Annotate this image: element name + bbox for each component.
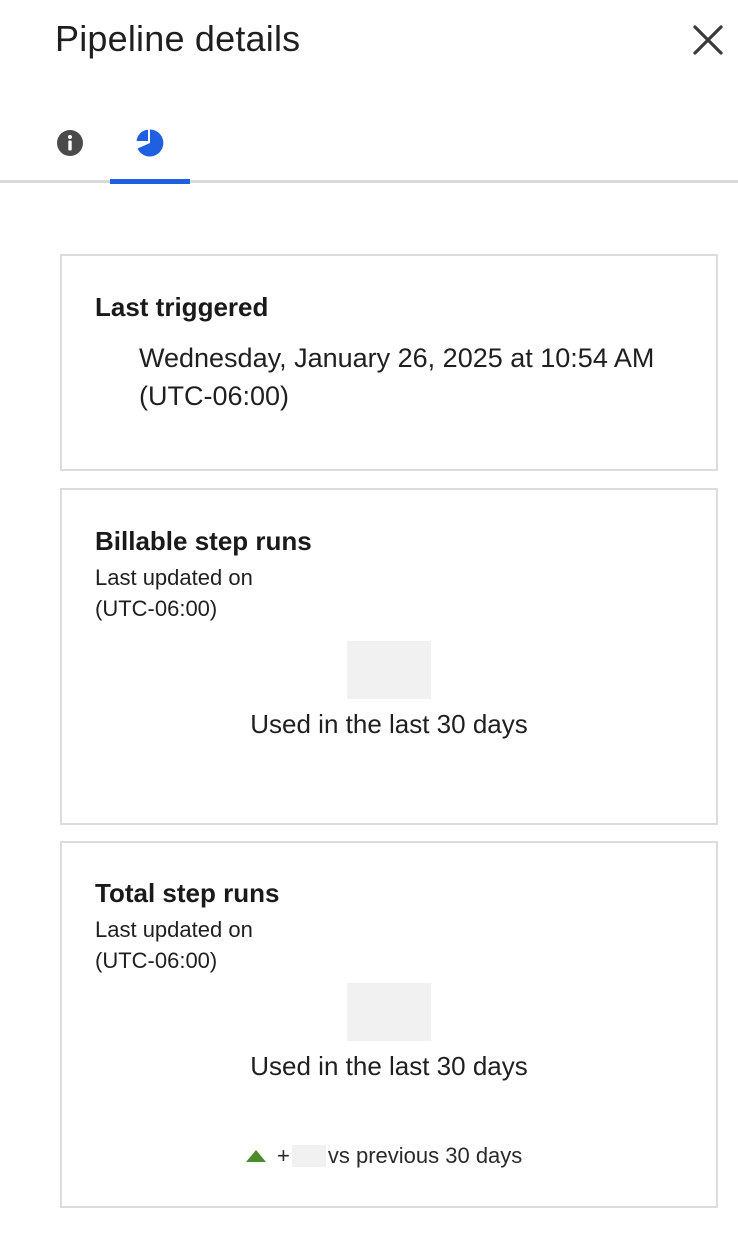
tab-info[interactable]	[30, 110, 110, 183]
panel-title: Pipeline details	[55, 18, 301, 59]
total-step-runs-card: Total step runs Last updated on (UTC-06:…	[60, 841, 718, 1208]
active-tab-indicator	[110, 179, 190, 184]
billable-title: Billable step runs	[95, 526, 312, 556]
last-triggered-card: Last triggered Wednesday, January 26, 20…	[60, 254, 718, 471]
pie-chart-icon	[136, 129, 164, 157]
total-updated-label: Last updated on	[95, 917, 253, 942]
total-timezone: (UTC-06:00)	[95, 948, 218, 973]
billable-timezone: (UTC-06:00)	[95, 596, 218, 621]
total-title: Total step runs	[95, 878, 280, 908]
last-triggered-value: Wednesday, January 26, 2025 at 10:54 AM …	[139, 343, 655, 411]
tab-bar	[0, 110, 738, 184]
trend-suffix: vs previous 30 days	[327, 1143, 523, 1168]
panel-header: Pipeline details	[0, 0, 738, 90]
billable-value	[347, 641, 431, 699]
info-icon	[57, 130, 83, 156]
billable-step-runs-card: Billable step runs Last updated on (UTC-…	[60, 488, 718, 825]
close-icon	[693, 25, 723, 55]
billable-used-label: Used in the last 30 days	[250, 709, 528, 739]
trend-value	[291, 1145, 326, 1167]
total-value	[347, 983, 431, 1041]
billable-updated-label: Last updated on	[95, 565, 253, 590]
trend-prefix: +	[277, 1143, 290, 1168]
trend-comparison: + vs previous 30 days	[245, 1141, 522, 1171]
last-triggered-title: Last triggered	[95, 292, 269, 322]
pipeline-details-panel: Pipeline details Last triggered Wednesda…	[0, 0, 738, 1234]
close-button[interactable]	[688, 20, 728, 60]
tab-statistics[interactable]	[110, 110, 190, 183]
total-used-label: Used in the last 30 days	[250, 1051, 528, 1081]
triangle-up-icon	[246, 1150, 266, 1162]
